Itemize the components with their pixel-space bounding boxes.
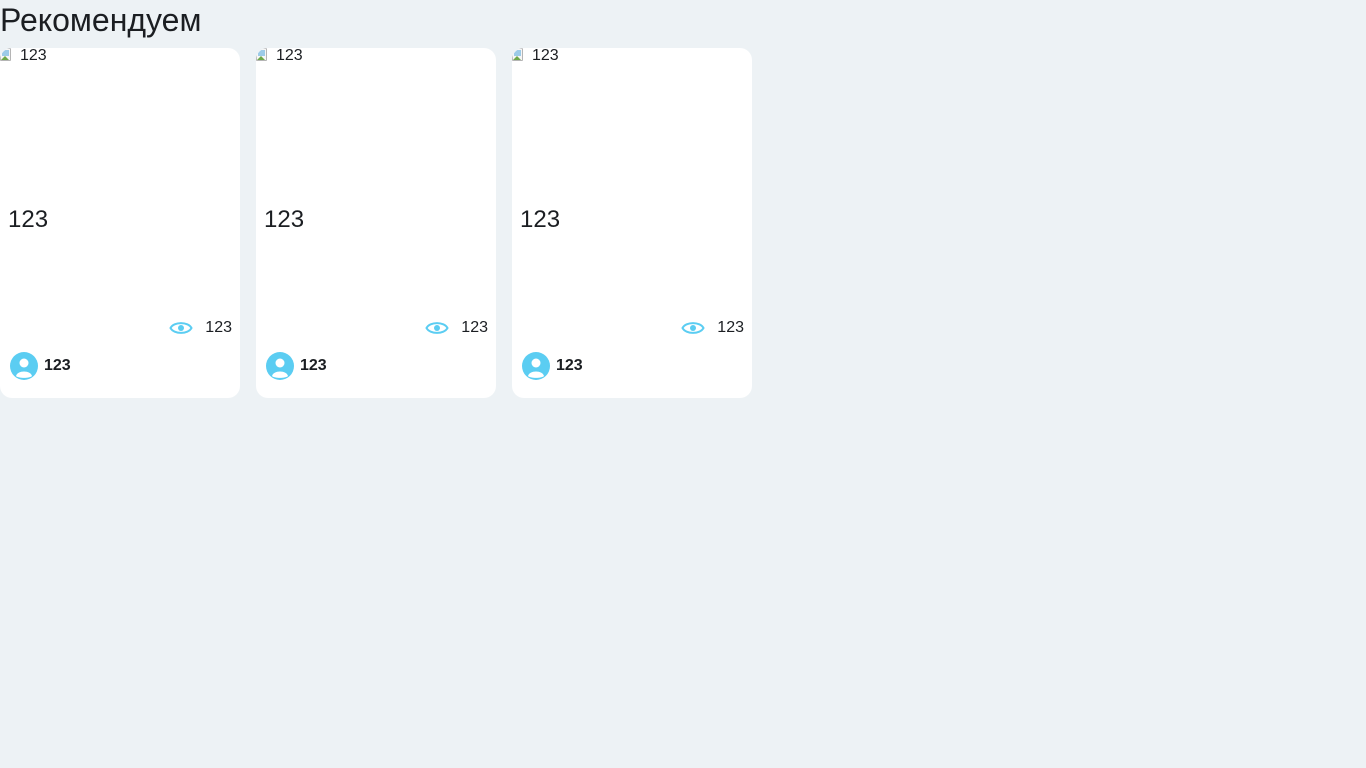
- image-alt-text: 123: [276, 48, 303, 64]
- broken-image-icon: [256, 48, 268, 64]
- card-title[interactable]: 123: [8, 206, 48, 234]
- recommendation-card[interactable]: 123 123 123 123: [512, 48, 752, 398]
- card-image[interactable]: 123: [0, 48, 240, 188]
- recommendation-card[interactable]: 123 123 123 123: [256, 48, 496, 398]
- card-image[interactable]: 123: [256, 48, 496, 188]
- recommendation-card[interactable]: 123 123 123 123: [0, 48, 240, 398]
- view-count-value: 123: [205, 319, 232, 336]
- broken-image: 123: [0, 48, 47, 64]
- user-avatar-icon: [266, 352, 294, 380]
- eye-icon: [169, 322, 193, 334]
- broken-image-icon: [512, 48, 524, 64]
- author-name: 123: [300, 357, 327, 374]
- view-count: 123: [169, 319, 232, 337]
- recommendations-list: 123 123 123 123 123 123 123 123 123 123 …: [0, 48, 752, 398]
- eye-icon: [681, 322, 705, 334]
- eye-icon: [425, 322, 449, 334]
- view-count-value: 123: [717, 319, 744, 336]
- section-title: Рекомендуем: [0, 2, 202, 38]
- card-author[interactable]: 123: [266, 352, 327, 380]
- author-name: 123: [44, 357, 71, 374]
- card-title[interactable]: 123: [520, 206, 560, 234]
- user-avatar-icon: [10, 352, 38, 380]
- image-alt-text: 123: [532, 48, 559, 64]
- broken-image: 123: [256, 48, 303, 64]
- card-image[interactable]: 123: [512, 48, 752, 188]
- view-count: 123: [425, 319, 488, 337]
- broken-image: 123: [512, 48, 559, 64]
- view-count-value: 123: [461, 319, 488, 336]
- author-name: 123: [556, 357, 583, 374]
- card-author[interactable]: 123: [522, 352, 583, 380]
- broken-image-icon: [0, 48, 12, 64]
- image-alt-text: 123: [20, 48, 47, 64]
- card-title[interactable]: 123: [264, 206, 304, 234]
- card-author[interactable]: 123: [10, 352, 71, 380]
- user-avatar-icon: [522, 352, 550, 380]
- view-count: 123: [681, 319, 744, 337]
